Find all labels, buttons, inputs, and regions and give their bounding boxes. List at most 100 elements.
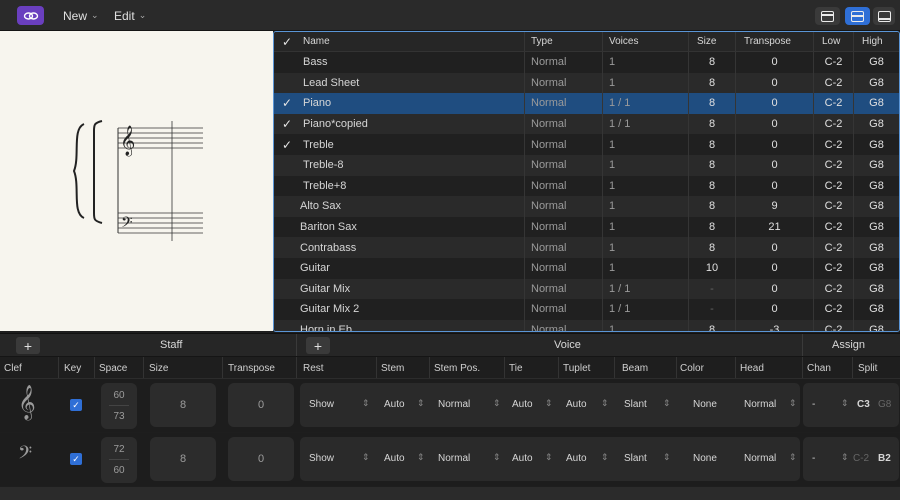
style-transpose: 0: [736, 113, 814, 135]
style-name: Bariton Sax: [300, 216, 525, 238]
style-voices: 1 / 1: [603, 278, 689, 300]
style-transpose: 0: [736, 237, 814, 258]
assign-settings: - ⇕ C3 G8: [803, 383, 899, 427]
head-popup[interactable]: Normal: [744, 453, 776, 464]
stem-pos-popup[interactable]: Normal: [438, 399, 470, 410]
new-menu[interactable]: New ⌄: [57, 6, 105, 25]
style-voices: 1: [603, 134, 689, 155]
table-row[interactable]: Guitar Mix Normal 1 / 1-0 C-2 G8: [274, 278, 899, 300]
size-field[interactable]: 8: [150, 437, 216, 481]
chan-popup[interactable]: -: [812, 453, 815, 464]
column-header-low[interactable]: Low: [814, 32, 854, 51]
col-tie: Tie: [509, 363, 523, 374]
style-type: Normal: [525, 113, 603, 135]
style-name: Bass: [300, 52, 525, 73]
color-popup[interactable]: None: [693, 453, 717, 464]
brace-icon: [72, 123, 85, 219]
view-middle-button[interactable]: [845, 7, 870, 25]
column-header-high[interactable]: High: [854, 32, 899, 51]
table-row[interactable]: Lead Sheet Normal 1 8 0 C-2 G8: [274, 72, 899, 94]
split-low-value[interactable]: C-2: [853, 453, 869, 464]
table-row[interactable]: Bariton Sax Normal 1 8 21 C-2 G8: [274, 216, 899, 238]
table-row[interactable]: Guitar Normal 1 10 0 C-2 G8: [274, 258, 899, 279]
view-top-button[interactable]: [815, 7, 840, 25]
space-field[interactable]: 60 73: [101, 383, 137, 429]
style-low: C-2: [814, 93, 854, 114]
tuplet-popup[interactable]: Auto: [566, 453, 587, 464]
style-high: G8: [869, 282, 884, 295]
table-row[interactable]: Treble+8 Normal 1 8 0 C-2 G8: [274, 175, 899, 197]
staff-preview: 𝄞 𝄢: [0, 31, 273, 331]
add-voice-button[interactable]: +: [306, 337, 330, 354]
edit-menu-label: Edit: [114, 8, 135, 23]
transpose-field[interactable]: 0: [228, 437, 294, 481]
style-name: Guitar Mix 2: [300, 299, 525, 320]
table-row[interactable]: ✓ Treble Normal 1 8 0 C-2 G8: [274, 134, 899, 155]
tie-popup[interactable]: Auto: [512, 453, 533, 464]
col-stem-pos: Stem Pos.: [434, 363, 481, 374]
table-row[interactable]: ✓ Piano Normal 1 / 1 8 0 C-2 G8: [274, 93, 899, 114]
style-type: Normal: [525, 72, 603, 94]
table-row[interactable]: Alto Sax Normal 1 8 9 C-2 G8: [274, 196, 899, 217]
view-bottom-button[interactable]: [873, 7, 895, 25]
add-staff-button[interactable]: +: [16, 337, 40, 354]
style-transpose: 0: [736, 278, 814, 300]
split-high-value[interactable]: G8: [878, 399, 891, 410]
space-field[interactable]: 72 60: [101, 437, 137, 483]
style-type: Normal: [525, 155, 603, 176]
style-low: C-2: [814, 216, 854, 238]
edit-menu[interactable]: Edit ⌄: [108, 6, 152, 25]
tie-popup[interactable]: Auto: [512, 399, 533, 410]
chan-popup[interactable]: -: [812, 399, 815, 410]
transpose-field[interactable]: 0: [228, 383, 294, 427]
style-voices: 1: [603, 258, 689, 279]
key-checkbox[interactable]: ✓: [70, 399, 82, 411]
size-field[interactable]: 8: [150, 383, 216, 427]
style-type: Normal: [525, 175, 603, 197]
rest-popup[interactable]: Show: [309, 399, 334, 410]
beam-popup[interactable]: Slant: [624, 453, 647, 464]
table-row[interactable]: Contrabass Normal 1 8 0 C-2 G8: [274, 237, 899, 258]
column-header-transpose[interactable]: Transpose: [736, 32, 814, 51]
column-header-name[interactable]: Name: [300, 32, 525, 51]
voice-settings: Show ⇕ Auto ⇕ Normal ⇕ Auto ⇕ Auto ⇕ Sla…: [300, 383, 800, 427]
table-row[interactable]: Bass Normal 1 8 0 C-2 G8: [274, 52, 899, 73]
tuplet-popup[interactable]: Auto: [566, 399, 587, 410]
key-checkbox[interactable]: ✓: [70, 453, 82, 465]
column-header-voices[interactable]: Voices: [603, 32, 689, 51]
head-popup[interactable]: Normal: [744, 399, 776, 410]
row-checkmark: [274, 155, 300, 176]
table-row[interactable]: Horn in Eb Normal 1 8 -3 C-2 G8: [274, 319, 899, 331]
updown-icon: ⇕: [789, 452, 797, 462]
split-low-value[interactable]: C3: [857, 399, 870, 410]
style-type: Normal: [525, 93, 603, 114]
stem-popup[interactable]: Auto: [384, 399, 405, 410]
style-low: C-2: [814, 299, 854, 320]
stem-popup[interactable]: Auto: [384, 453, 405, 464]
style-size: 8: [689, 196, 736, 217]
table-row[interactable]: ✓ Piano*copied Normal 1 / 1 8 0 C-2 G8: [274, 113, 899, 135]
beam-popup[interactable]: Slant: [624, 399, 647, 410]
style-high: G8: [869, 200, 884, 213]
color-popup[interactable]: None: [693, 399, 717, 410]
header-check-icon[interactable]: ✓: [274, 32, 300, 51]
stem-pos-popup[interactable]: Normal: [438, 453, 470, 464]
style-size: 8: [689, 237, 736, 258]
style-voices: 1 / 1: [603, 299, 689, 320]
bass-clef-icon[interactable]: 𝄢: [18, 443, 32, 468]
column-header-type[interactable]: Type: [525, 32, 603, 51]
column-header-size[interactable]: Size: [689, 32, 736, 51]
link-button[interactable]: [17, 6, 44, 25]
style-voices: 1: [603, 175, 689, 197]
table-row[interactable]: Guitar Mix 2 Normal 1 / 1-0 C-2 G8: [274, 299, 899, 320]
style-voices: 1: [603, 216, 689, 238]
treble-clef-icon[interactable]: 𝄞: [18, 385, 36, 420]
table-row[interactable]: Treble-8 Normal 1 8 0 C-2 G8: [274, 155, 899, 176]
updown-icon: ⇕: [601, 452, 609, 462]
staff-row-treble[interactable]: 𝄞 ✓ 60 73 8 0 Show ⇕ Auto ⇕ Normal ⇕ Aut…: [0, 379, 900, 432]
style-name: Guitar Mix: [300, 278, 525, 300]
staff-row-bass[interactable]: 𝄢 ✓ 72 60 8 0 Show ⇕ Auto ⇕ Normal ⇕ Aut…: [0, 433, 900, 486]
style-name: Treble-8: [300, 155, 525, 176]
rest-popup[interactable]: Show: [309, 453, 334, 464]
split-high-value[interactable]: B2: [878, 453, 891, 464]
